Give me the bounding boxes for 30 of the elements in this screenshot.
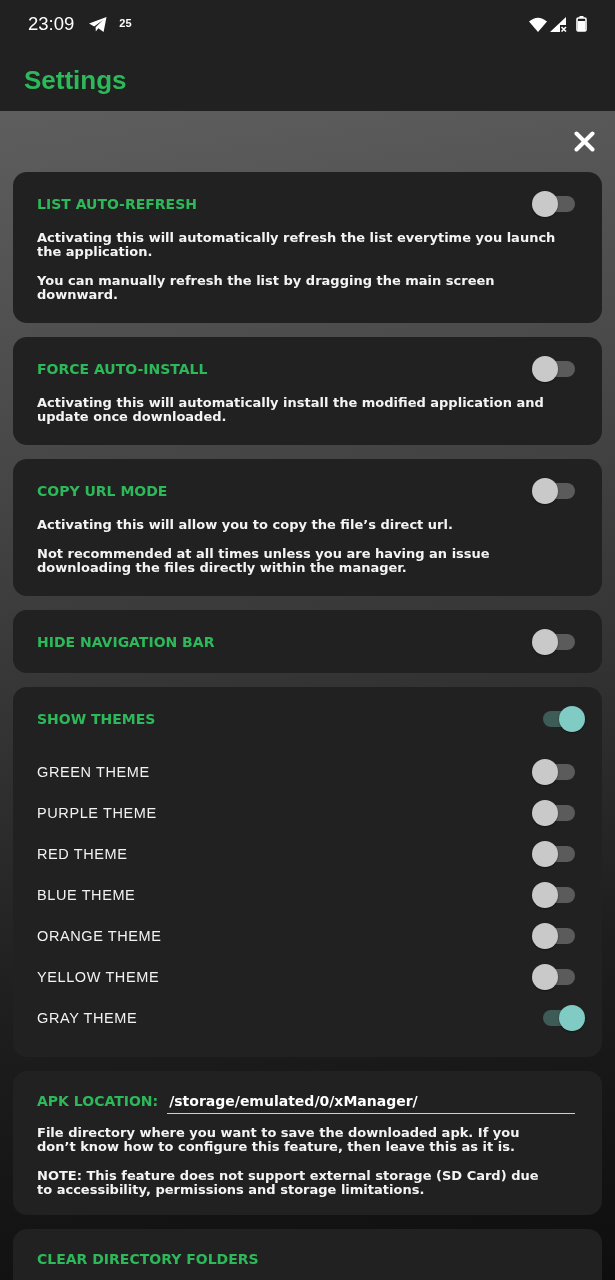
setting-description: File directory where you want to save the downloaded apk. If you don’t know how to configure this feature, then leave this as it is. — [37, 1126, 521, 1154]
setting-description: You can manually refresh the list by dragging the main screen downward. — [37, 274, 496, 302]
theme-option-label: YELLOW THEME — [37, 967, 160, 986]
setting-description: NOTE: This feature does not support external storage (SD Card) due to accessibility, permissions and storage limitations. — [37, 1169, 540, 1197]
theme-option-label: RED THEME — [37, 844, 128, 863]
theme-option-label: GREEN THEME — [37, 762, 150, 781]
theme-option-label: GRAY THEME — [37, 1008, 138, 1027]
setting-title: FORCE AUTO-INSTALL — [37, 360, 208, 379]
status-time: 23:09 — [28, 13, 75, 35]
screen-title: Settings — [24, 63, 127, 96]
setting-title: CLEAR DIRECTORY FOLDERS — [37, 1250, 260, 1269]
setting-title: SHOW THEMES — [37, 710, 156, 729]
setting-description: Not recommended at all times unless you are having an issue downloading the files directly within the manager. — [37, 547, 491, 575]
close-icon[interactable] — [574, 131, 595, 152]
theme-option-label: ORANGE THEME — [37, 926, 162, 945]
signal-icon — [550, 16, 567, 32]
setting-title: APK LOCATION: — [37, 1092, 159, 1111]
notification-count: 25 — [119, 15, 132, 30]
theme-option-label: BLUE THEME — [37, 885, 136, 904]
setting-description: Activating this will automatically install the modified application and update once downloaded. — [37, 396, 545, 424]
setting-description: Activating this will allow you to copy the file’s direct url. — [37, 518, 454, 532]
setting-description: Activating this will automatically refresh the list everytime you launch the application. — [37, 231, 557, 259]
setting-title: COPY URL MODE — [37, 482, 168, 501]
wifi-icon — [529, 16, 547, 32]
path-field[interactable]: /storage/emulated/0/xManager/ — [167, 1091, 575, 1114]
battery-icon — [576, 16, 587, 32]
paper-plane-icon — [89, 16, 108, 32]
setting-title: LIST AUTO-REFRESH — [37, 195, 197, 214]
theme-option-label: PURPLE THEME — [37, 803, 157, 822]
setting-title: HIDE NAVIGATION BAR — [37, 633, 215, 652]
